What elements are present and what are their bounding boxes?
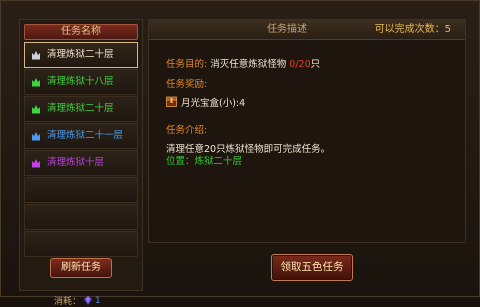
intro-label: 任务介绍: <box>166 125 208 136</box>
reward-label: 任务奖励: <box>166 79 208 90</box>
gem-icon <box>84 296 93 305</box>
quest-item[interactable]: 清理炼狱二十一层 <box>24 123 138 149</box>
empty-quest-slot <box>24 204 138 230</box>
quest-list-header: 任务名称 <box>24 24 138 40</box>
quest-item[interactable]: 清理炼狱二十层 <box>24 42 138 68</box>
quest-item-label: 清理炼狱十层 <box>47 157 105 168</box>
quest-detail-header: 任务描述 可以完成次数：5 <box>149 20 465 40</box>
quest-window: 任务名称 清理炼狱二十层 清理炼狱十八层 清理炼狱二十层 清理炼狱二十一层 清理炼狱十层… <box>0 0 480 307</box>
location-text: 位置：炼狱二十层 <box>166 156 243 167</box>
quest-item-label: 清理炼狱二十层 <box>47 103 114 114</box>
goal-unit: 只 <box>310 59 321 70</box>
goal-text: 消灭任意炼狱怪物 <box>210 59 287 70</box>
quest-list-panel: 任务名称 清理炼狱二十层 清理炼狱十八层 清理炼狱二十层 清理炼狱二十一层 清理炼狱十层… <box>19 19 143 307</box>
treasure-box-icon[interactable] <box>166 96 177 107</box>
quest-crown-icon <box>32 159 40 168</box>
quest-item[interactable]: 清理炼狱十层 <box>24 150 138 176</box>
quest-item[interactable]: 清理炼狱十八层 <box>24 69 138 95</box>
quest-list: 清理炼狱二十层 清理炼狱十八层 清理炼狱二十层 清理炼狱二十一层 清理炼狱十层 <box>24 42 138 258</box>
quest-goal: 任务目的: 消灭任意炼狱怪物 0/20只 <box>166 56 320 70</box>
empty-quest-slot <box>24 231 138 257</box>
goal-progress: 0/20 <box>289 59 311 70</box>
quest-crown-icon <box>32 78 40 87</box>
completion-count: 可以完成次数：5 <box>374 24 451 35</box>
quest-item-label: 清理炼狱二十一层 <box>47 130 124 141</box>
quest-detail-title: 任务描述 <box>267 24 307 35</box>
claim-five-color-quest-button[interactable]: 领取五色任务 <box>271 254 353 281</box>
cost-label: 消耗： <box>54 297 82 307</box>
quest-item-label: 清理炼狱二十层 <box>47 49 114 60</box>
quest-item-label: 清理炼狱十八层 <box>47 76 114 87</box>
goal-label: 任务目的: <box>166 59 208 70</box>
cost-value: 1 <box>95 295 101 306</box>
quest-crown-icon <box>32 132 40 141</box>
quest-detail-panel: 任务描述 可以完成次数：5 任务目的: 消灭任意炼狱怪物 0/20只 任务奖励:… <box>148 19 466 243</box>
quest-item[interactable]: 清理炼狱二十层 <box>24 96 138 122</box>
refresh-quests-button[interactable]: 刷新任务 <box>50 258 112 278</box>
quest-crown-icon <box>32 105 40 114</box>
quest-crown-icon <box>32 51 40 60</box>
refresh-cost: 消耗： 1 <box>54 294 101 307</box>
empty-quest-slot <box>24 177 138 203</box>
reward-item: 月光宝盒(小):4 <box>181 98 246 109</box>
